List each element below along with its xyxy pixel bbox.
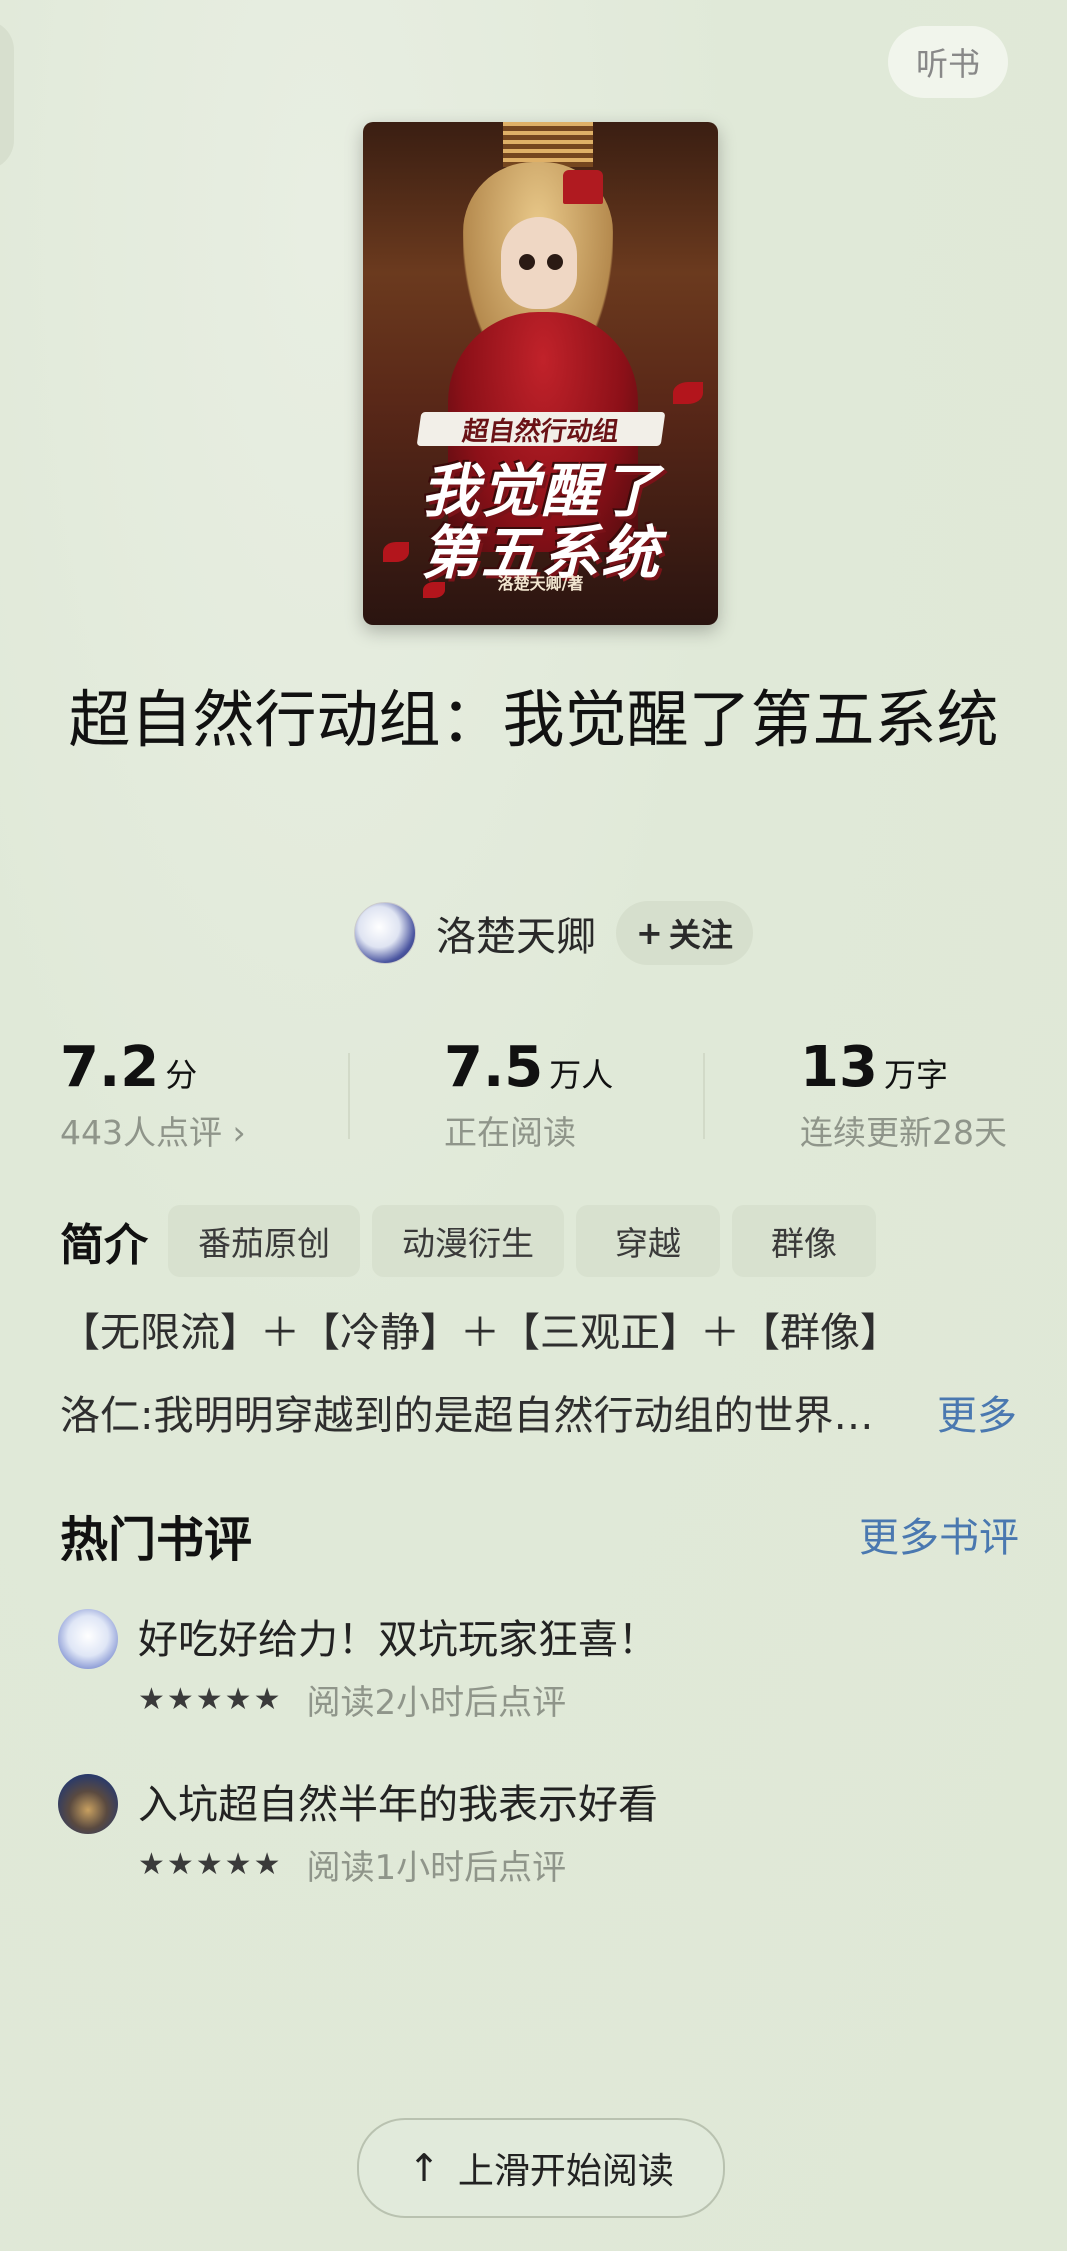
book-cover[interactable]: 超自然行动组 我觉醒了 第五系统 洛楚天卿/著 [363, 122, 718, 625]
intro-label: 简介 [60, 1219, 148, 1271]
review-meta: ★★★★★ 阅读1小时后点评 [138, 1840, 566, 1889]
review-text: 入坑超自然半年的我表示好看 [138, 1782, 658, 1828]
rating-stars: ★★★★★ [138, 1847, 283, 1882]
stat-value: 7.5 [444, 1035, 544, 1100]
stat-value: 7.2 [60, 1035, 160, 1100]
reviewer-avatar[interactable] [58, 1609, 118, 1669]
stat-sub: 正在阅读 [444, 1113, 576, 1152]
intro-text-line2: 洛仁:我明明穿越到的是超自然行动组的世界… [60, 1393, 874, 1439]
review-time: 阅读2小时后点评 [306, 1683, 567, 1723]
author-name[interactable]: 洛楚天卿 [436, 904, 596, 962]
cover-face [501, 217, 577, 309]
plus-icon: + [636, 914, 663, 952]
cover-lights [503, 122, 593, 167]
review-item[interactable]: 好吃好给力！双坑玩家狂喜！ ★★★★★ 阅读2小时后点评 [58, 1605, 958, 1725]
author-row: 洛楚天卿 + 关注 [354, 898, 753, 968]
cover-crown [563, 170, 603, 204]
stat-divider [348, 1053, 350, 1139]
start-reading-label: 上滑开始阅读 [457, 2151, 674, 2192]
stat-words: 13 万字 连续更新28天 [800, 1035, 1007, 1154]
stat-unit: 分 [165, 1056, 198, 1094]
follow-label: 关注 [668, 916, 733, 954]
stat-value: 13 [800, 1035, 878, 1100]
stat-unit: 万字 [883, 1056, 948, 1094]
follow-button[interactable]: + 关注 [616, 901, 753, 965]
start-reading-button[interactable]: ↑ 上滑开始阅读 [357, 2118, 725, 2218]
stat-sub: 443人点评 › [60, 1113, 246, 1152]
cover-petal [673, 382, 703, 404]
cover-eye-right [547, 254, 563, 270]
tag-item[interactable]: 番茄原创 [168, 1204, 360, 1277]
cover-author-credit: 洛楚天卿/著 [497, 574, 584, 593]
reviews-title: 热门书评 [60, 1512, 253, 1568]
intro-row: 简介 番茄原创 动漫衍生 穿越 群像 [60, 1203, 888, 1278]
cover-series-label: 超自然行动组 [416, 412, 666, 447]
tag-item[interactable]: 群像 [732, 1204, 876, 1277]
stat-readers: 7.5 万人 正在阅读 [444, 1035, 613, 1154]
author-avatar[interactable] [354, 902, 416, 964]
review-time: 阅读1小时后点评 [306, 1848, 567, 1888]
tag-item[interactable]: 穿越 [576, 1204, 720, 1277]
reviewer-avatar[interactable] [58, 1774, 118, 1834]
intro-text-line1: 【无限流】＋【冷静】＋【三观正】＋【群像】 [60, 1310, 900, 1356]
cover-eye-left [519, 254, 535, 270]
stat-unit: 万人 [549, 1056, 614, 1094]
intro-more-link[interactable]: 更多 [937, 1383, 1017, 1441]
stats-row: 7.2 分 443人点评 › 7.5 万人 正在阅读 13 万字 连续更新28天 [60, 1035, 1020, 1165]
more-reviews-link[interactable]: 更多书评 [859, 1505, 1019, 1563]
stat-divider [703, 1053, 705, 1139]
review-meta: ★★★★★ 阅读2小时后点评 [138, 1675, 566, 1724]
rating-stars: ★★★★★ [138, 1682, 283, 1717]
stat-rating[interactable]: 7.2 分 443人点评 › [60, 1035, 246, 1154]
review-text: 好吃好给力！双坑玩家狂喜！ [138, 1617, 658, 1663]
listen-book-button[interactable]: 听书 [888, 26, 1008, 98]
tag-item[interactable]: 动漫衍生 [372, 1204, 564, 1277]
stat-sub: 连续更新28天 [800, 1113, 1007, 1152]
arrow-up-icon: ↑ [408, 2146, 440, 2190]
back-edge-handle[interactable] [0, 20, 14, 170]
review-item[interactable]: 入坑超自然半年的我表示好看 ★★★★★ 阅读1小时后点评 [58, 1770, 958, 1890]
book-title: 超自然行动组：我觉醒了第五系统 [68, 683, 999, 756]
